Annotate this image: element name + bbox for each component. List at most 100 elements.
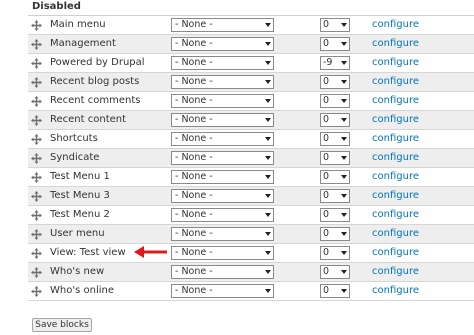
- weight-select[interactable]: 0: [320, 37, 350, 51]
- chevron-down-icon: [265, 289, 271, 293]
- chevron-down-icon: [265, 156, 271, 160]
- region-select[interactable]: - None -: [171, 208, 274, 222]
- weight-select[interactable]: 0: [320, 94, 350, 108]
- chevron-down-icon: [341, 118, 347, 122]
- drag-handle-icon[interactable]: [31, 77, 42, 88]
- region-select[interactable]: - None -: [171, 18, 274, 32]
- drag-handle-icon[interactable]: [31, 210, 42, 221]
- weight-select-value: 0: [323, 95, 330, 106]
- drag-handle-icon[interactable]: [31, 134, 42, 145]
- weight-select[interactable]: 0: [320, 75, 350, 89]
- weight-select[interactable]: -9: [320, 56, 350, 70]
- configure-link[interactable]: configure: [372, 92, 419, 110]
- block-row: Recent blog posts - None - 0 configure: [28, 73, 474, 92]
- chevron-down-icon: [265, 80, 271, 84]
- red-arrow-left-icon: [134, 246, 167, 258]
- region-select[interactable]: - None -: [171, 170, 274, 184]
- drag-handle-icon[interactable]: [31, 248, 42, 259]
- chevron-down-icon: [265, 232, 271, 236]
- configure-link[interactable]: configure: [372, 73, 419, 91]
- save-blocks-button[interactable]: Save blocks: [32, 318, 92, 332]
- region-select[interactable]: - None -: [171, 151, 274, 165]
- weight-select[interactable]: 0: [320, 132, 350, 146]
- drag-handle-icon[interactable]: [31, 286, 42, 297]
- region-select[interactable]: - None -: [171, 94, 274, 108]
- weight-select[interactable]: 0: [320, 284, 350, 298]
- configure-link[interactable]: configure: [372, 206, 419, 224]
- configure-link[interactable]: configure: [372, 54, 419, 72]
- weight-select-value: 0: [323, 38, 330, 49]
- block-name: Main menu: [50, 19, 106, 30]
- block-name: Recent comments: [50, 95, 141, 106]
- configure-link[interactable]: configure: [372, 149, 419, 167]
- region-select[interactable]: - None -: [171, 75, 274, 89]
- configure-link[interactable]: configure: [372, 225, 419, 243]
- configure-link[interactable]: configure: [372, 244, 419, 262]
- chevron-down-icon: [265, 99, 271, 103]
- configure-link[interactable]: configure: [372, 168, 419, 186]
- region-select[interactable]: - None -: [171, 284, 274, 298]
- weight-select-value: 0: [323, 266, 330, 277]
- region-select[interactable]: - None -: [171, 265, 274, 279]
- region-select[interactable]: - None -: [171, 56, 274, 70]
- configure-link[interactable]: configure: [372, 35, 419, 53]
- block-name: Shortcuts: [50, 133, 98, 144]
- chevron-down-icon: [341, 213, 347, 217]
- region-select-value: - None -: [175, 38, 213, 49]
- chevron-down-icon: [341, 289, 347, 293]
- configure-link[interactable]: configure: [372, 16, 419, 34]
- block-row: Test Menu 3 - None - 0 configure: [28, 187, 474, 206]
- block-name: Test Menu 2: [50, 209, 110, 220]
- configure-link[interactable]: configure: [372, 130, 419, 148]
- region-select[interactable]: - None -: [171, 113, 274, 127]
- configure-link[interactable]: configure: [372, 282, 419, 300]
- region-select[interactable]: - None -: [171, 37, 274, 51]
- weight-select[interactable]: 0: [320, 151, 350, 165]
- drag-handle-icon[interactable]: [31, 267, 42, 278]
- weight-select[interactable]: 0: [320, 18, 350, 32]
- weight-select-value: 0: [323, 114, 330, 125]
- block-name: Recent content: [50, 114, 127, 125]
- weight-select[interactable]: 0: [320, 113, 350, 127]
- blocks-table: Main menu - None - 0 configure Management - N…: [28, 16, 474, 301]
- block-row: View: Test view - None - 0 configure: [28, 244, 474, 263]
- block-name: Who's new: [50, 266, 105, 277]
- region-select[interactable]: - None -: [171, 246, 274, 260]
- drag-handle-icon[interactable]: [31, 96, 42, 107]
- drag-handle-icon[interactable]: [31, 229, 42, 240]
- region-select-value: - None -: [175, 285, 213, 296]
- region-select-value: - None -: [175, 76, 213, 87]
- drag-handle-icon[interactable]: [31, 39, 42, 50]
- weight-select[interactable]: 0: [320, 189, 350, 203]
- weight-select[interactable]: 0: [320, 227, 350, 241]
- block-row: Shortcuts - None - 0 configure: [28, 130, 474, 149]
- drag-handle-icon[interactable]: [31, 191, 42, 202]
- region-select[interactable]: - None -: [171, 189, 274, 203]
- chevron-down-icon: [265, 251, 271, 255]
- region-select-value: - None -: [175, 266, 213, 277]
- region-select-value: - None -: [175, 95, 213, 106]
- weight-select[interactable]: 0: [320, 208, 350, 222]
- chevron-down-icon: [341, 80, 347, 84]
- chevron-down-icon: [265, 42, 271, 46]
- block-row: Recent content - None - 0 configure: [28, 111, 474, 130]
- weight-select[interactable]: 0: [320, 246, 350, 260]
- drag-handle-icon[interactable]: [31, 172, 42, 183]
- chevron-down-icon: [341, 194, 347, 198]
- weight-select[interactable]: 0: [320, 265, 350, 279]
- region-select[interactable]: - None -: [171, 132, 274, 146]
- region-select[interactable]: - None -: [171, 227, 274, 241]
- chevron-down-icon: [341, 270, 347, 274]
- block-row: Recent comments - None - 0 configure: [28, 92, 474, 111]
- drag-handle-icon[interactable]: [31, 115, 42, 126]
- configure-link[interactable]: configure: [372, 111, 419, 129]
- configure-link[interactable]: configure: [372, 263, 419, 281]
- weight-select[interactable]: 0: [320, 170, 350, 184]
- block-row: Who's online - None - 0 configure: [28, 282, 474, 301]
- weight-select-value: 0: [323, 247, 330, 258]
- configure-link[interactable]: configure: [372, 187, 419, 205]
- drag-handle-icon[interactable]: [31, 153, 42, 164]
- drag-handle-icon[interactable]: [31, 58, 42, 69]
- drag-handle-icon[interactable]: [31, 20, 42, 31]
- chevron-down-icon: [265, 194, 271, 198]
